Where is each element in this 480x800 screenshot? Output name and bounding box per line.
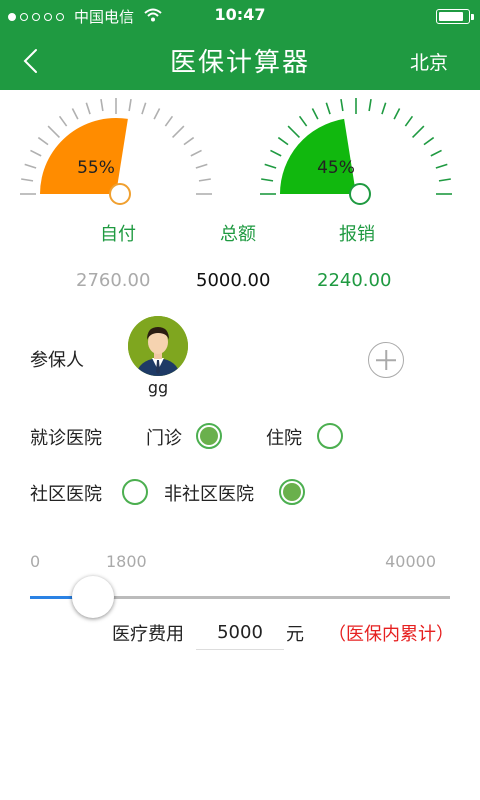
- gauge-tick: [183, 136, 195, 146]
- fee-unit: 元: [286, 624, 304, 645]
- slider-min-label: 0: [30, 552, 41, 571]
- gauge-tick: [298, 115, 308, 127]
- insured-name: gg: [147, 378, 169, 397]
- fee-input[interactable]: [196, 616, 284, 650]
- gauge-tick: [47, 125, 60, 138]
- fee-note: （医保内累计）: [328, 624, 454, 645]
- gauge-tick: [311, 108, 319, 120]
- nav-bar: 医保计算器 北京: [0, 30, 480, 90]
- gauge-tick: [287, 125, 300, 138]
- gauge-tick: [153, 108, 161, 120]
- self-pay-percent: 55%: [77, 158, 115, 178]
- total-amount: 5000.00: [196, 270, 271, 291]
- inpatient-label: 住院: [266, 428, 302, 449]
- gauge-tick: [277, 136, 289, 146]
- gauge-tick: [21, 178, 34, 182]
- gauge-tick: [264, 163, 277, 169]
- status-bar: 中国电信 10:47: [0, 0, 480, 30]
- outpatient-label: 门诊: [146, 428, 182, 449]
- slider-max-label: 40000: [385, 552, 436, 571]
- gauge-tick: [128, 99, 132, 112]
- gauge-tick: [412, 125, 425, 138]
- non-community-hospital-radio[interactable]: [279, 479, 305, 505]
- reimburse-amount: 2240.00: [317, 270, 392, 291]
- self-pay-amount: 2760.00: [76, 270, 151, 291]
- gauge-needle-knob: [349, 183, 371, 205]
- person-avatar-icon: [128, 316, 188, 376]
- inpatient-radio[interactable]: [317, 423, 343, 449]
- gauge-tick: [30, 149, 42, 157]
- gauge-tick: [195, 163, 208, 169]
- reimburse-label: 报销: [339, 224, 375, 245]
- gauge-tick: [430, 149, 442, 157]
- status-time: 10:47: [214, 5, 266, 24]
- city-selector[interactable]: 北京: [410, 48, 448, 75]
- gauge-needle-knob: [109, 183, 131, 205]
- gauge-tick: [71, 108, 79, 120]
- gauge-tick: [164, 115, 174, 127]
- gauge-tick: [325, 102, 331, 115]
- gauge-tick: [190, 149, 202, 157]
- outpatient-radio[interactable]: [196, 423, 222, 449]
- page-title: 医保计算器: [169, 48, 310, 78]
- gauge-tick: [58, 115, 68, 127]
- gauge-tick: [340, 99, 344, 112]
- gauge-tick: [37, 136, 49, 146]
- add-insured-button[interactable]: [368, 342, 404, 378]
- gauge-tick: [198, 178, 211, 182]
- reimburse-gauge: 45%: [256, 98, 456, 216]
- slider-thumb[interactable]: [72, 576, 114, 618]
- gauge-tick: [368, 99, 372, 112]
- self-pay-gauge: 55%: [16, 98, 216, 216]
- gauge-tick: [270, 149, 282, 157]
- insured-label: 参保人: [30, 350, 84, 371]
- gauge-tick: [404, 115, 414, 127]
- reimburse-percent: 45%: [317, 158, 355, 178]
- community-hospital-radio[interactable]: [122, 479, 148, 505]
- gauge-tick: [141, 102, 147, 115]
- avatar[interactable]: [128, 316, 188, 376]
- self-pay-sector: [40, 118, 128, 194]
- non-community-hospital-label: 非社区医院: [164, 484, 254, 505]
- gauge-tick: [24, 163, 37, 169]
- gauge-tick: [435, 163, 448, 169]
- total-label: 总额: [220, 224, 256, 245]
- gauge-tick: [261, 178, 274, 182]
- slider-value-label: 1800: [106, 552, 147, 571]
- battery-icon: [436, 9, 474, 24]
- gauge-tick: [85, 102, 91, 115]
- battery-level: [439, 12, 463, 21]
- gauge-tick: [381, 102, 387, 115]
- fee-label: 医疗费用: [112, 624, 184, 645]
- gauge-tick: [423, 136, 435, 146]
- self-pay-label: 自付: [100, 224, 136, 245]
- gauge-tick: [172, 125, 185, 138]
- community-hospital-label: 社区医院: [30, 484, 102, 505]
- gauge-tick: [100, 99, 104, 112]
- hospital-label: 就诊医院: [30, 428, 102, 449]
- gauge-tick: [438, 178, 451, 182]
- gauge-tick: [393, 108, 401, 120]
